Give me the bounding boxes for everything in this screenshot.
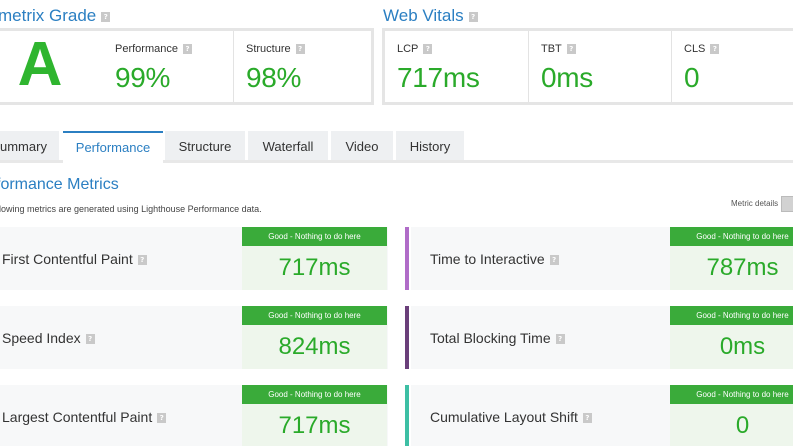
help-icon[interactable]: ? — [582, 413, 592, 424]
metric-badge: Good - Nothing to do here 717ms — [242, 385, 387, 446]
lcp-value: 717ms — [397, 62, 480, 93]
performance-score: Performance? 99% — [103, 31, 233, 102]
metric-first-contentful-paint: First Contentful Paint? Good - Nothing t… — [0, 227, 388, 290]
metric-value: 787ms — [706, 254, 779, 281]
status-badge: Good - Nothing to do here — [670, 227, 793, 246]
metric-badge: Good - Nothing to do here 787ms — [670, 227, 793, 290]
help-icon[interactable]: ? — [555, 334, 565, 345]
metric-value: 0ms — [719, 333, 766, 360]
cls-value: 0 — [684, 62, 700, 93]
metrics-description: llowing metrics are generated using Ligh… — [0, 204, 262, 214]
grade-title: metrix Grade? — [0, 6, 111, 26]
help-icon[interactable]: ? — [710, 44, 720, 55]
help-icon[interactable]: ? — [157, 413, 167, 424]
metric-badge: Good - Nothing to do here 0ms — [670, 306, 793, 369]
metric-time-to-interactive: Time to Interactive? Good - Nothing to d… — [411, 227, 793, 290]
help-icon[interactable]: ? — [295, 44, 305, 55]
lcp-vital: LCP? 717ms — [397, 43, 480, 93]
metric-details-label: Metric details — [731, 199, 779, 208]
web-vitals-panel: LCP? 717ms TBT? 0ms CLS? 0 — [382, 28, 793, 105]
performance-value: 99% — [115, 62, 171, 93]
help-icon[interactable]: ? — [101, 11, 111, 22]
help-icon[interactable]: ? — [182, 44, 192, 55]
metric-value: 717ms — [278, 254, 351, 281]
metric-color-bar — [405, 227, 409, 290]
help-icon[interactable]: ? — [85, 334, 95, 345]
structure-value: 98% — [246, 62, 302, 93]
help-icon[interactable]: ? — [468, 11, 478, 22]
metric-badge: Good - Nothing to do here 717ms — [242, 227, 387, 290]
metric-details-toggle[interactable] — [781, 196, 793, 212]
metric-badge: Good - Nothing to do here 824ms — [242, 306, 387, 369]
tab-summary[interactable]: ummary — [0, 131, 59, 162]
grade-badge: A — [0, 31, 103, 102]
tab-history[interactable]: History — [396, 131, 464, 162]
report-tabs: ummary Performance Structure Waterfall V… — [0, 131, 793, 163]
status-badge: Good - Nothing to do here — [242, 385, 387, 404]
metric-badge: Good - Nothing to do here 0 — [670, 385, 793, 446]
metric-value: 0 — [735, 412, 750, 439]
metric-value: 824ms — [278, 333, 351, 360]
metric-total-blocking-time: Total Blocking Time? Good - Nothing to d… — [411, 306, 793, 369]
tab-performance[interactable]: Performance — [63, 131, 163, 163]
web-vitals-title: Web Vitals? — [383, 6, 478, 26]
status-badge: Good - Nothing to do here — [242, 306, 387, 325]
help-icon[interactable]: ? — [137, 255, 147, 266]
tab-video[interactable]: Video — [331, 131, 393, 162]
metric-value: 717ms — [278, 412, 351, 439]
cls-vital: CLS? 0 — [671, 31, 793, 102]
metric-color-bar — [405, 306, 409, 369]
metric-cumulative-layout-shift: Cumulative Layout Shift? Good - Nothing … — [411, 385, 793, 446]
metric-color-bar — [405, 385, 409, 446]
status-badge: Good - Nothing to do here — [670, 306, 793, 325]
metric-largest-contentful-paint: Largest Contentful Paint? Good - Nothing… — [0, 385, 388, 446]
tab-waterfall[interactable]: Waterfall — [248, 131, 328, 162]
metrics-title: formance Metrics — [0, 176, 119, 193]
help-icon[interactable]: ? — [566, 44, 576, 55]
tbt-vital: TBT? 0ms — [528, 31, 671, 102]
tbt-value: 0ms — [541, 62, 593, 93]
grade-letter: A — [17, 30, 63, 99]
structure-score: Structure? 98% — [233, 31, 371, 102]
tab-structure[interactable]: Structure — [165, 131, 245, 162]
grade-panel: A Performance? 99% Structure? 98% — [0, 28, 374, 105]
help-icon[interactable]: ? — [549, 255, 559, 266]
metric-speed-index: Speed Index? Good - Nothing to do here 8… — [0, 306, 388, 369]
status-badge: Good - Nothing to do here — [242, 227, 387, 246]
help-icon[interactable]: ? — [423, 44, 433, 55]
status-badge: Good - Nothing to do here — [670, 385, 793, 404]
